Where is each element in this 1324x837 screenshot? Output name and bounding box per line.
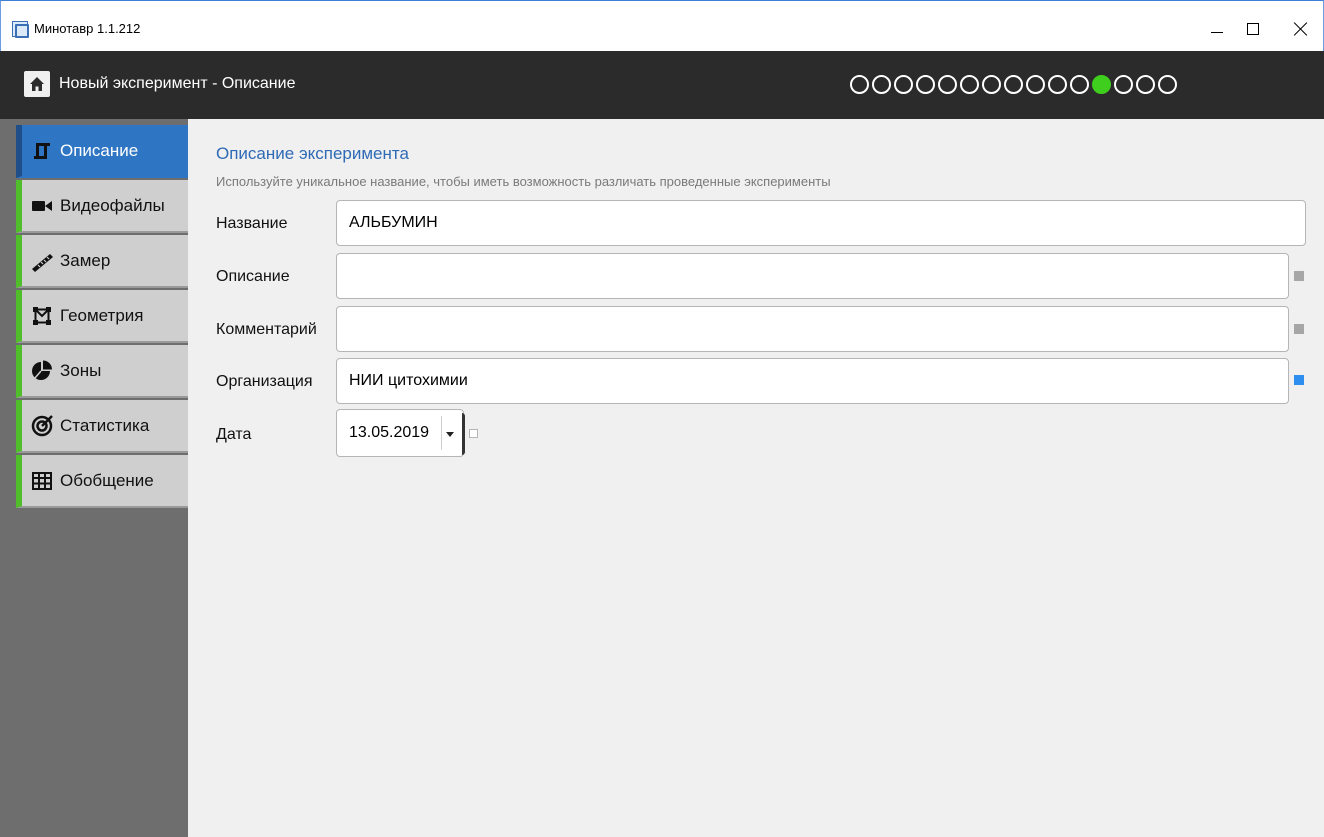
- date-checkbox[interactable]: [469, 429, 478, 438]
- step-dot: [1048, 75, 1067, 94]
- sidebar-item-summary[interactable]: Обобщение: [16, 455, 188, 508]
- sidebar-item-label: Замер: [60, 250, 111, 270]
- step-dot: [872, 75, 891, 94]
- comment-label: Комментарий: [216, 321, 317, 338]
- step-indicator: [850, 75, 1177, 94]
- organization-expand-marker[interactable]: [1294, 375, 1304, 385]
- step-dot: [1004, 75, 1023, 94]
- name-input[interactable]: АЛЬБУМИН: [336, 200, 1306, 246]
- date-separator: [441, 416, 442, 450]
- date-label: Дата: [216, 426, 252, 443]
- sidebar-item-statistics[interactable]: Статистика: [16, 400, 188, 453]
- geometry-icon: [29, 303, 55, 329]
- date-picker[interactable]: 13.05.2019: [336, 409, 465, 457]
- comment-expand-marker[interactable]: [1294, 324, 1304, 334]
- step-dot: [960, 75, 979, 94]
- sidebar: Описание Видеофайлы Замер Геометрия Зоны…: [0, 119, 188, 837]
- sidebar-item-description[interactable]: Описание: [16, 125, 188, 178]
- chevron-down-icon[interactable]: [446, 432, 454, 437]
- step-dot-active: [1092, 75, 1111, 94]
- step-dot: [1158, 75, 1177, 94]
- description-input[interactable]: [336, 253, 1289, 299]
- sidebar-item-label: Статистика: [60, 415, 150, 435]
- app-icon: [12, 21, 29, 38]
- step-dot: [894, 75, 913, 94]
- organization-input[interactable]: НИИ цитохимии: [336, 358, 1289, 404]
- sidebar-item-zones[interactable]: Зоны: [16, 345, 188, 398]
- target-icon: [29, 413, 55, 439]
- maximize-icon: [1247, 23, 1259, 35]
- sidebar-item-label: Видеофайлы: [60, 195, 165, 215]
- step-dot: [938, 75, 957, 94]
- maximize-button[interactable]: [1230, 13, 1276, 45]
- ruler-icon: [29, 248, 55, 274]
- window-titlebar: Минотавр 1.1.212: [0, 0, 1324, 51]
- page-title: Новый эксперимент - Описание: [59, 75, 296, 92]
- description-label: Описание: [216, 268, 290, 285]
- step-dot: [916, 75, 935, 94]
- close-icon: [1294, 22, 1308, 36]
- close-button[interactable]: [1278, 13, 1324, 45]
- step-dot: [850, 75, 869, 94]
- video-camera-icon: [29, 193, 55, 219]
- sidebar-item-label: Геометрия: [60, 305, 144, 325]
- sidebar-item-label: Зоны: [60, 360, 102, 380]
- step-dot: [982, 75, 1001, 94]
- sidebar-item-geometry[interactable]: Геометрия: [16, 290, 188, 343]
- sidebar-item-videofiles[interactable]: Видеофайлы: [16, 180, 188, 233]
- date-value: 13.05.2019: [349, 424, 430, 441]
- description-expand-marker[interactable]: [1294, 271, 1304, 281]
- pie-chart-icon: [29, 358, 55, 384]
- comment-input[interactable]: [336, 306, 1289, 352]
- minimize-icon: [1211, 31, 1223, 33]
- sidebar-item-label: Описание: [60, 140, 139, 160]
- section-title: Описание эксперимента: [216, 144, 409, 163]
- section-hint: Используйте уникальное название, чтобы и…: [216, 174, 831, 189]
- step-dot: [1114, 75, 1133, 94]
- name-label: Название: [216, 215, 288, 232]
- sidebar-item-measure[interactable]: Замер: [16, 235, 188, 288]
- step-dot: [1070, 75, 1089, 94]
- step-dot: [1136, 75, 1155, 94]
- organization-label: Организация: [216, 373, 313, 390]
- table-icon: [29, 468, 55, 494]
- main-panel: Описание эксперимента Используйте уникал…: [188, 119, 1324, 837]
- app-header: Новый эксперимент - Описание: [0, 51, 1324, 119]
- home-button[interactable]: [24, 71, 50, 97]
- date-picker-edge: [462, 413, 465, 455]
- sidebar-item-label: Обобщение: [60, 470, 154, 490]
- window-title: Минотавр 1.1.212: [34, 21, 141, 36]
- home-icon: [30, 77, 44, 91]
- description-icon: [29, 138, 55, 164]
- step-dot: [1026, 75, 1045, 94]
